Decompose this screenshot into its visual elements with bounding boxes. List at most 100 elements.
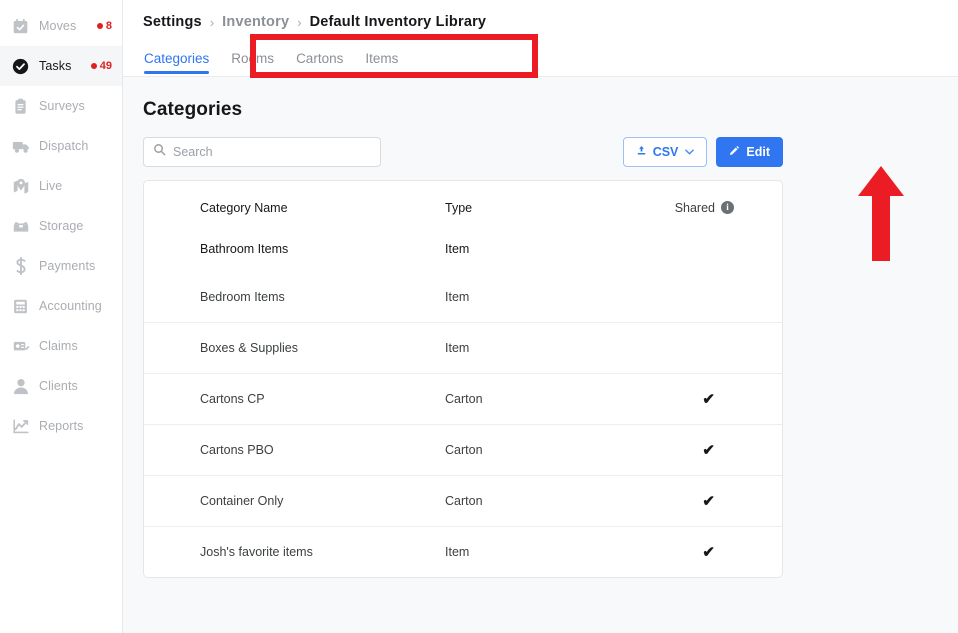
column-header-shared: Shared i	[620, 197, 782, 215]
tab-label: Cartons	[296, 51, 344, 66]
upload-icon	[636, 145, 647, 159]
cell-type: Carton	[445, 494, 483, 508]
app-root: Moves 8 Tasks 49 Surveys Dispatch Live Storage P…	[0, 0, 958, 633]
cell-shared	[620, 245, 782, 249]
sidebar-item-label: Clients	[39, 379, 78, 393]
main-area: Settings › Inventory › Default Inventory…	[123, 0, 958, 633]
sidebar-item-accounting[interactable]: Accounting	[0, 286, 122, 326]
table-row[interactable]: Boxes & Supplies Item	[144, 322, 782, 373]
tab-cartons[interactable]: Cartons	[296, 51, 343, 74]
table-row[interactable]: Bedroom Items Item	[144, 271, 782, 322]
calculator-icon	[11, 297, 30, 316]
breadcrumb-inventory[interactable]: Inventory	[222, 14, 289, 30]
cell-category-name: Bedroom Items	[200, 289, 285, 304]
column-header-category-name: Category Name	[200, 200, 288, 215]
open-box-icon	[11, 217, 30, 236]
line-chart-icon	[11, 417, 30, 436]
csv-button-label: CSV	[652, 145, 679, 159]
table-header: Category Name Type Shared i Bathroom Ite…	[144, 181, 782, 271]
pencil-icon	[729, 145, 740, 159]
cell-type: Item	[445, 341, 470, 355]
sidebar-item-label: Payments	[39, 259, 96, 273]
content-area: Categories Search CSV Edit Category Name…	[123, 77, 958, 578]
person-icon	[11, 377, 30, 396]
breadcrumb-separator-2: ›	[297, 14, 302, 30]
sidebar-item-label: Surveys	[39, 99, 85, 113]
table-row[interactable]: Cartons CP Carton ✔	[144, 373, 782, 424]
cell-category-name: Josh's favorite items	[200, 545, 313, 559]
cell-shared: ✔	[620, 545, 782, 560]
cell-category-name: Cartons PBO	[200, 443, 274, 457]
cell-category-name: Cartons CP	[200, 392, 265, 406]
tab-items[interactable]: Items	[365, 51, 398, 74]
topbar: Settings › Inventory › Default Inventory…	[123, 0, 958, 77]
sidebar-item-storage[interactable]: Storage	[0, 206, 122, 246]
cell-type: Item	[445, 241, 470, 256]
check-circle-icon	[11, 57, 30, 76]
edit-button[interactable]: Edit	[716, 137, 783, 167]
search-input[interactable]	[173, 145, 371, 159]
categories-table: Category Name Type Shared i Bathroom Ite…	[143, 180, 783, 578]
sidebar-item-label: Moves	[39, 19, 77, 33]
cell-category-name: Bathroom Items	[200, 241, 289, 256]
badge-dot-icon	[96, 23, 103, 29]
page-title: Categories	[143, 99, 243, 120]
tab-rooms[interactable]: Rooms	[231, 51, 274, 74]
breadcrumb-separator-1: ›	[209, 14, 215, 30]
sidebar-item-label: Tasks	[39, 59, 72, 73]
toolbar: CSV Edit	[143, 137, 783, 167]
calendar-check-icon	[11, 17, 30, 36]
sidebar-item-reports[interactable]: Reports	[0, 406, 122, 446]
sidebar-item-tasks[interactable]: Tasks 49	[0, 46, 122, 86]
cell-category-name: Boxes & Supplies	[200, 341, 298, 355]
column-header-shared-label: Shared	[674, 200, 715, 215]
cell-shared: ✔	[620, 392, 782, 407]
sidebar-item-clients[interactable]: Clients	[0, 366, 122, 406]
chevron-down-icon	[685, 147, 695, 157]
sidebar-item-live[interactable]: Live	[0, 166, 122, 206]
badge-count: 8	[105, 20, 112, 32]
sidebar-badge-moves: 8	[96, 20, 112, 32]
cell-type: Carton	[445, 392, 483, 406]
sidebar-item-label: Claims	[39, 339, 78, 353]
sidebar-item-surveys[interactable]: Surveys	[0, 86, 122, 126]
cell-category-name: Container Only	[200, 494, 284, 508]
tabs-bar: Categories Rooms Cartons Items	[143, 40, 958, 74]
tab-label: Categories	[144, 51, 210, 66]
sidebar-item-moves[interactable]: Moves 8	[0, 6, 122, 46]
check-icon: ✔	[702, 441, 715, 459]
map-pin-icon	[11, 177, 30, 196]
csv-button[interactable]: CSV	[622, 137, 708, 167]
badge-count: 49	[99, 60, 112, 72]
toolbar-actions: CSV Edit	[622, 137, 783, 167]
sidebar-item-dispatch[interactable]: Dispatch	[0, 126, 122, 166]
column-header-type: Type	[445, 200, 473, 215]
sidebar-badge-tasks: 49	[90, 60, 112, 72]
breadcrumb: Settings › Inventory › Default Inventory…	[143, 0, 958, 40]
breadcrumb-settings[interactable]: Settings	[143, 14, 202, 30]
info-icon[interactable]: i	[721, 201, 734, 214]
table-row[interactable]: Cartons PBO Carton ✔	[144, 424, 782, 475]
cell-type: Item	[445, 289, 470, 304]
cell-type: Carton	[445, 443, 483, 457]
table-row[interactable]: Bathroom Items Item	[144, 222, 782, 271]
tab-categories[interactable]: Categories	[144, 51, 210, 74]
clipboard-icon	[11, 97, 30, 116]
truck-icon	[11, 137, 30, 156]
cell-shared: ✔	[620, 443, 782, 458]
check-icon: ✔	[702, 390, 715, 408]
tab-label: Rooms	[231, 51, 275, 66]
sidebar-item-claims[interactable]: Claims	[0, 326, 122, 366]
search-icon	[153, 143, 166, 161]
sidebar-item-label: Storage	[39, 219, 84, 233]
sidebar-item-label: Live	[39, 179, 63, 193]
breadcrumb-current: Default Inventory Library	[309, 14, 487, 30]
table-row[interactable]: Josh's favorite items Item ✔	[144, 526, 782, 577]
sidebar: Moves 8 Tasks 49 Surveys Dispatch Live Storage P…	[0, 0, 123, 633]
table-row[interactable]: Container Only Carton ✔	[144, 475, 782, 526]
sidebar-item-label: Dispatch	[39, 139, 89, 153]
search-box[interactable]	[143, 137, 381, 167]
badge-dot-icon	[90, 63, 97, 69]
cell-type: Item	[445, 545, 470, 559]
sidebar-item-payments[interactable]: Payments	[0, 246, 122, 286]
